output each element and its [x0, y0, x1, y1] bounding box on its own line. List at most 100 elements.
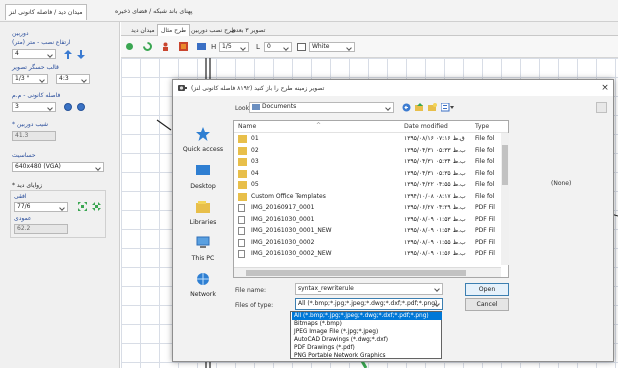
file-type-option[interactable]: AutoCAD Drawings (*.dwg;*.dxf) — [292, 336, 442, 344]
vertical-scrollbar[interactable] — [501, 133, 509, 265]
camera-tool-icon[interactable] — [125, 42, 134, 51]
look-in-select[interactable]: Documents — [249, 102, 394, 113]
file-row[interactable]: IMG_20161030_0001_NEW ۱۳۹۵/۰۸/۰۹ ب.ظ ۰۱:۵… — [234, 226, 502, 236]
place-libraries[interactable]: Libraries — [181, 197, 225, 233]
back-icon[interactable] — [402, 103, 411, 112]
file-row[interactable]: 03 ۱۳۹۵/۰۴/۳۱ ب.ظ ۰۵:۳۴ File fol — [234, 157, 502, 167]
file-date: ۱۳۹۵/۰۸/۱۶ ق.ظ ۰۷:۱۶ — [404, 135, 465, 142]
file-row[interactable]: 02 ۱۳۹۵/۰۴/۳۱ ب.ظ ۰۵:۳۳ File fol — [234, 146, 502, 156]
file-row[interactable]: IMG_20161030_0002_NEW ۱۳۹۵/۰۸/۰۹ ب.ظ ۰۱:۵… — [234, 249, 502, 259]
folder-icon — [238, 192, 247, 201]
place-desktop[interactable]: Desktop — [181, 161, 225, 197]
tilt-field: 41.3 — [12, 131, 56, 141]
file-type: PDF Fil — [475, 238, 495, 246]
close-icon[interactable]: × — [600, 83, 610, 93]
blue-rectangle-icon[interactable] — [197, 42, 206, 51]
tab-bandwidth-storage[interactable]: پهنای باند شبکه / فضای ذخیره — [112, 4, 196, 20]
file-name: IMG_20161030_0001_NEW — [251, 227, 332, 234]
h-select[interactable]: 1/5 — [219, 42, 249, 52]
place-this-pc[interactable]: This PC — [181, 233, 225, 269]
file-type: File fol — [475, 146, 495, 154]
file-type-option[interactable]: All (*.bmp;*.jpg;*.jpeg;*.dwg;*.dxf;*.pd… — [292, 312, 442, 320]
file-row[interactable]: IMG_20160917_0001 ۱۳۹۵/۰۶/۲۷ ب.ظ ۰۴:۲۹ PDF… — [234, 203, 502, 213]
file-row[interactable]: 05 ۱۳۹۵/۰۴/۲۲ ب.ظ ۰۴:۵۵ File fol — [234, 180, 502, 190]
horizontal-angle-select[interactable]: 77/6 — [14, 202, 68, 212]
file-row[interactable]: IMG_20161030_0002 ۱۳۹۵/۰۸/۰۹ ب.ظ ۰۱:۵۵ PDF… — [234, 238, 502, 248]
file-name-label: File name: — [235, 287, 266, 294]
horizontal-scrollbar[interactable] — [234, 267, 501, 277]
file-row[interactable]: 01 ۱۳۹۵/۰۸/۱۶ ق.ظ ۰۷:۱۶ File fol — [234, 134, 502, 144]
file-list[interactable]: Name ^ Date modified Type 01 ۱۳۹۵/۰۸/۱۶ ق… — [233, 120, 509, 278]
arrow-down-icon[interactable] — [77, 50, 85, 59]
file-type: PDF Fil — [475, 215, 495, 223]
place-label: This PC — [191, 255, 215, 262]
file-type-option[interactable]: Bitmaps (*.bmp) — [292, 320, 442, 328]
file-name: IMG_20161030_0002_NEW — [251, 250, 332, 257]
file-row[interactable]: Custom Office Templates ۱۳۹۴/۱۰/۰۸ ب.ظ ۰۸… — [234, 192, 502, 202]
place-label: Network — [190, 291, 216, 298]
color-select[interactable]: White — [309, 42, 355, 52]
l-label: L — [256, 43, 260, 51]
file-date: ۱۳۹۵/۰۸/۰۹ ب.ظ ۰۱:۵۴ — [404, 227, 466, 234]
column-name[interactable]: Name — [238, 121, 256, 133]
resolution-label: حساسیت — [12, 152, 36, 159]
computer-icon — [196, 236, 210, 250]
expand-icon[interactable] — [78, 202, 87, 211]
file-type: File fol — [475, 192, 495, 200]
file-type-dropdown[interactable]: All (*.bmp;*.jpg;*.jpeg;*.dwg;*.dxf;*.pd… — [290, 311, 442, 359]
aspect-ratio-select[interactable]: 4:3 — [56, 74, 90, 84]
scroll-thumb-h[interactable] — [246, 270, 466, 276]
rotate-tool-icon[interactable] — [143, 42, 152, 51]
new-folder-icon[interactable] — [428, 103, 437, 112]
color-swatch[interactable] — [297, 43, 306, 51]
column-type[interactable]: Type — [475, 121, 489, 133]
dialog-title: تصویر زمینه طرح را باز کنید (۸۱۹۲ فاصله … — [191, 85, 325, 92]
file-type: File fol — [475, 181, 495, 188]
libraries-icon — [196, 200, 210, 214]
documents-icon — [252, 103, 260, 110]
file-name-input[interactable]: syntax_rewriterule — [295, 283, 443, 295]
file-type-select[interactable]: All (*.bmp;*.jpg;*.jpeg;*.dwg;*.dxf;*.pd… — [295, 298, 443, 310]
focal-length-label: فاصله کانونی - م.م — [12, 92, 61, 99]
preview-toggle-icon[interactable] — [596, 102, 607, 113]
zoom-out-icon[interactable] — [77, 103, 85, 111]
file-type: File fol — [475, 135, 495, 142]
cancel-button[interactable]: Cancel — [465, 298, 509, 311]
sensor-format-select[interactable]: 1/3 " — [12, 74, 48, 84]
column-date-modified[interactable]: Date modified — [404, 121, 448, 133]
zoom-in-icon[interactable] — [64, 103, 72, 111]
file-date: ۱۳۹۵/۰۴/۳۱ ب.ظ ۰۵:۳۵ — [404, 169, 466, 177]
file-row[interactable]: 04 ۱۳۹۵/۰۴/۳۱ ب.ظ ۰۵:۳۵ File fol — [234, 169, 502, 179]
tab-field-of-view[interactable]: میدان دید — [127, 24, 159, 36]
place-network[interactable]: Network — [181, 269, 225, 305]
tab-example-plan[interactable]: طرح مثال — [157, 24, 191, 36]
file-type: PDF Fil — [475, 227, 495, 234]
h-label: H — [211, 43, 217, 51]
person-tool-icon[interactable] — [161, 42, 170, 51]
tab-3d-view[interactable]: تصویر ۳ بعدی — [227, 24, 269, 36]
pdf-file-icon — [238, 227, 245, 235]
resolution-select[interactable]: 640x480 (VGA) — [12, 162, 104, 172]
file-date: ۱۳۹۵/۰۴/۲۲ ب.ظ ۰۴:۵۵ — [404, 181, 466, 188]
star-icon — [196, 127, 210, 141]
up-folder-icon[interactable] — [415, 103, 424, 112]
collapse-icon[interactable] — [92, 202, 101, 211]
file-type-option[interactable]: JPEG Image File (*.jpg;*.jpeg) — [292, 328, 442, 336]
scroll-thumb[interactable] — [502, 145, 508, 185]
image-tool-icon[interactable] — [179, 42, 188, 51]
place-quick-access[interactable]: Quick access — [181, 124, 225, 160]
file-name: 01 — [251, 135, 259, 142]
view-menu-icon[interactable] — [440, 102, 454, 112]
place-label: Desktop — [190, 183, 216, 190]
file-type-option[interactable]: PNG Portable Network Graphics — [292, 352, 442, 360]
tab-view-field[interactable]: میدان دید / فاصله کانونی لنز — [5, 4, 87, 20]
mount-height-select[interactable]: 4 — [12, 49, 56, 59]
file-type-option[interactable]: PDF Drawings (*.pdf) — [292, 344, 442, 352]
sort-ascending-icon: ^ — [316, 122, 322, 129]
file-type-label: Files of type: — [235, 302, 274, 309]
open-button[interactable]: Open — [465, 283, 509, 296]
arrow-up-icon[interactable] — [64, 50, 72, 59]
focal-length-select[interactable]: 3 — [12, 102, 56, 112]
l-select[interactable]: 0 — [264, 42, 292, 52]
file-row[interactable]: IMG_20161030_0001 ۱۳۹۵/۰۸/۰۹ ب.ظ ۰۱:۵۳ PDF… — [234, 215, 502, 225]
